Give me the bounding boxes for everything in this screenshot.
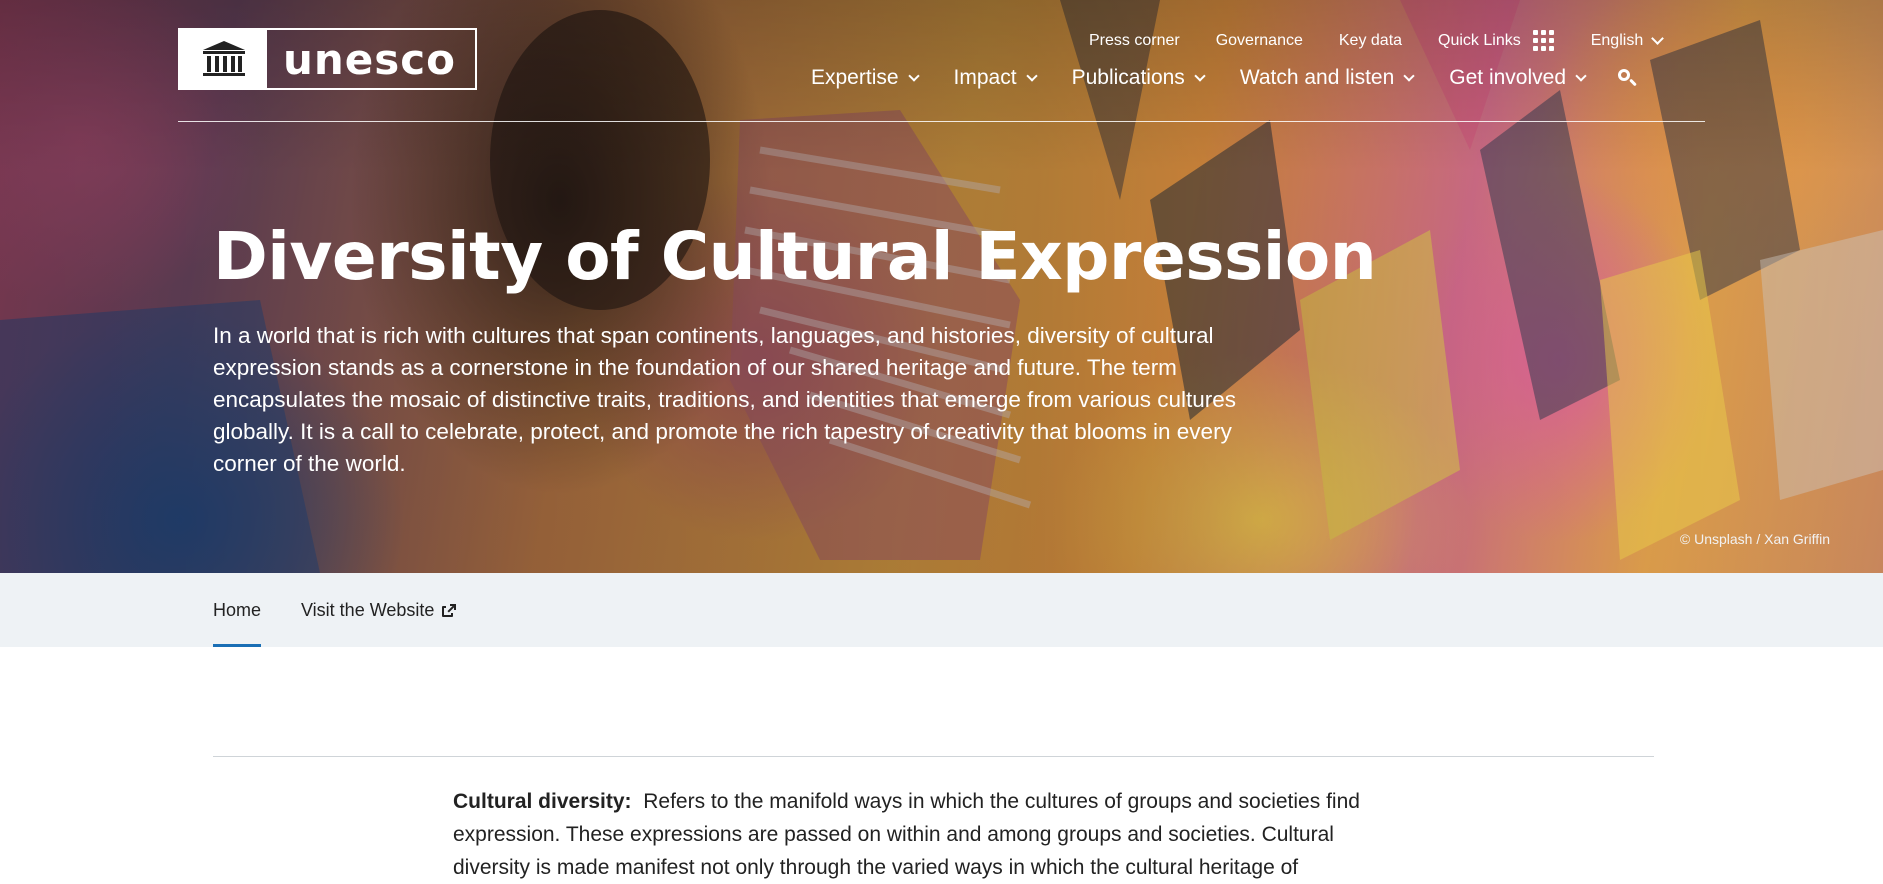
chevron-down-icon bbox=[907, 70, 920, 82]
unesco-logo[interactable]: unesco bbox=[178, 28, 477, 90]
page-title: Diversity of Cultural Expression bbox=[213, 218, 1377, 295]
nav-watch-and-listen[interactable]: Watch and listen bbox=[1239, 66, 1415, 90]
definition-paragraph: Cultural diversity: Refers to the manifo… bbox=[453, 785, 1413, 884]
chevron-down-icon bbox=[1194, 70, 1206, 82]
chevron-down-icon bbox=[1575, 70, 1587, 82]
utility-nav: Press corner Governance Key data Quick L… bbox=[1089, 30, 1665, 51]
definition-term: Cultural diversity: bbox=[453, 790, 632, 813]
tab-home-label: Home bbox=[213, 599, 262, 620]
nav-watch-and-listen-label: Watch and listen bbox=[1239, 66, 1395, 89]
nav-impact-label: Impact bbox=[953, 66, 1017, 89]
nav-expertise[interactable]: Expertise bbox=[811, 66, 920, 90]
nav-expertise-label: Expertise bbox=[811, 66, 899, 89]
section-tabs: Home Visit the Website bbox=[0, 573, 1883, 647]
nav-publications[interactable]: Publications bbox=[1071, 66, 1206, 90]
unesco-temple-icon bbox=[180, 30, 267, 88]
nav-get-involved-label: Get involved bbox=[1449, 66, 1567, 89]
tab-visit-website-label: Visit the Website bbox=[301, 599, 435, 620]
chevron-down-icon bbox=[1403, 70, 1415, 82]
governance-link[interactable]: Governance bbox=[1216, 32, 1303, 50]
search-icon[interactable] bbox=[1617, 68, 1637, 88]
hero-description: In a world that is rich with cultures th… bbox=[213, 323, 1236, 476]
tab-home[interactable]: Home bbox=[213, 573, 262, 647]
press-corner-link[interactable]: Press corner bbox=[1089, 32, 1180, 50]
nav-impact[interactable]: Impact bbox=[953, 66, 1038, 90]
chevron-down-icon bbox=[1651, 32, 1665, 45]
active-tab-indicator bbox=[213, 644, 262, 647]
chevron-down-icon bbox=[1025, 70, 1038, 82]
main-nav: Expertise Impact Publications Watch and … bbox=[811, 66, 1637, 90]
external-link-icon bbox=[442, 602, 457, 617]
grid-icon bbox=[1532, 30, 1554, 51]
logo-wordmark: unesco bbox=[283, 34, 457, 84]
hero-banner: unesco Press corner Governance Key data … bbox=[0, 0, 1883, 573]
tab-visit-website[interactable]: Visit the Website bbox=[301, 573, 457, 647]
quick-links-button[interactable]: Quick Links bbox=[1438, 30, 1554, 51]
content-divider bbox=[213, 756, 1654, 757]
quick-links-label: Quick Links bbox=[1438, 31, 1521, 49]
header-divider bbox=[178, 121, 1705, 122]
language-label: English bbox=[1590, 31, 1644, 49]
nav-publications-label: Publications bbox=[1071, 66, 1185, 89]
photo-credit: © Unsplash / Xan Griffin bbox=[1679, 531, 1830, 547]
language-selector[interactable]: English bbox=[1590, 31, 1665, 50]
nav-get-involved[interactable]: Get involved bbox=[1449, 66, 1587, 90]
key-data-link[interactable]: Key data bbox=[1339, 32, 1402, 50]
